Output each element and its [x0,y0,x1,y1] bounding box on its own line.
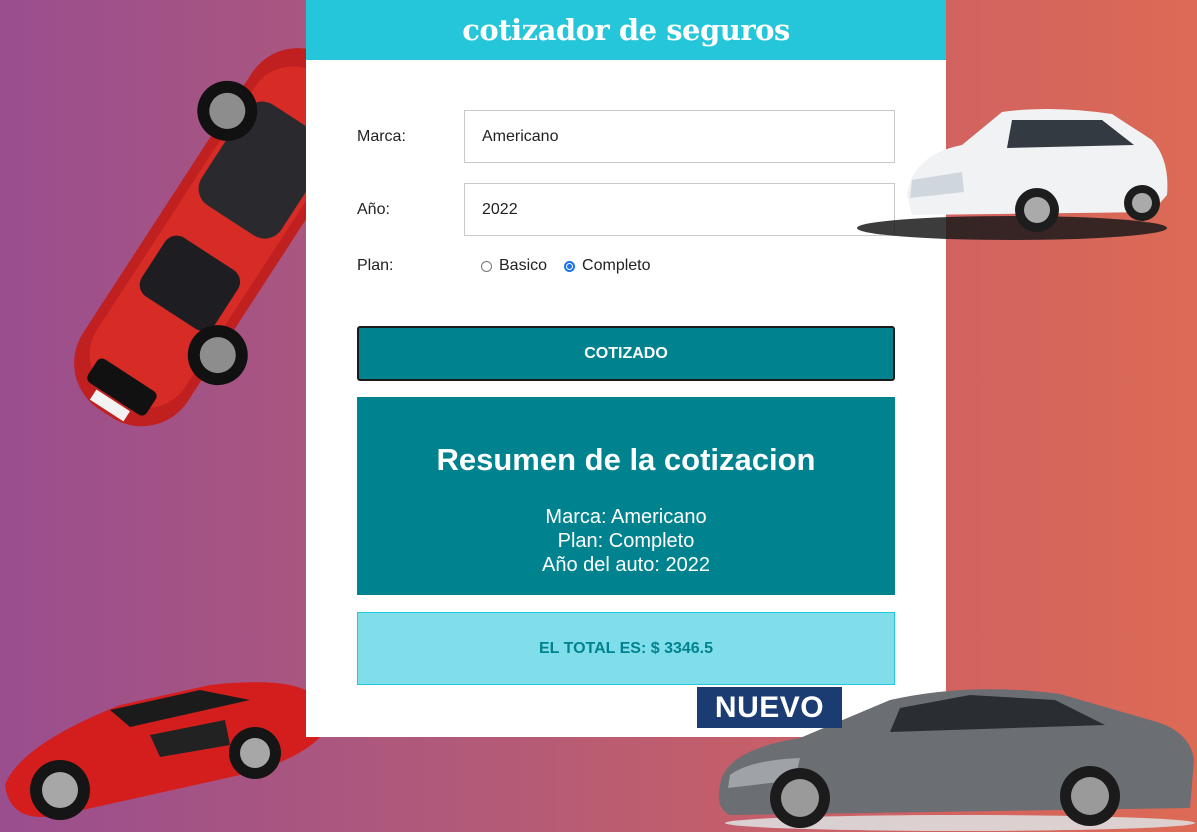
summary-plan: Plan: Completo [557,530,695,552]
total-result: EL TOTAL ES: $ 3346.5 [357,612,895,685]
plan-completo-label[interactable]: Completo [582,257,650,275]
plan-radio-group: Basico Completo [470,257,657,275]
marca-row: Marca: Americano [357,110,895,163]
cotizar-button[interactable]: COTIZADO [357,326,895,381]
anio-label: Año: [357,200,390,218]
summary-anio: Año del auto: 2022 [542,554,710,576]
nuevo-banner: NUEVO [697,687,842,728]
plan-basico-radio[interactable] [481,260,492,272]
anio-row: Año: 2022 [357,183,895,236]
plan-label: Plan: [357,257,394,274]
red-sports-car-image [5,682,322,820]
plan-basico-label[interactable]: Basico [499,257,547,275]
summary-marca: Marca: Americano [545,506,707,528]
plan-completo-radio[interactable] [564,260,576,272]
plan-row: Plan: Basico Completo [357,256,895,276]
marca-label: Marca: [357,127,406,145]
quote-form-card: cotizador de seguros Marca: Americano Añ… [306,0,946,737]
anio-select[interactable]: 2022 [464,183,895,236]
app-header: cotizador de seguros [306,0,946,60]
marca-select[interactable]: Americano [464,110,895,163]
page-title: cotizador de seguros [462,13,790,47]
quote-summary: Resumen de la cotizacion Marca: American… [357,397,895,595]
white-hatchback-car-image [857,108,1168,240]
summary-title: Resumen de la cotizacion [436,442,816,477]
